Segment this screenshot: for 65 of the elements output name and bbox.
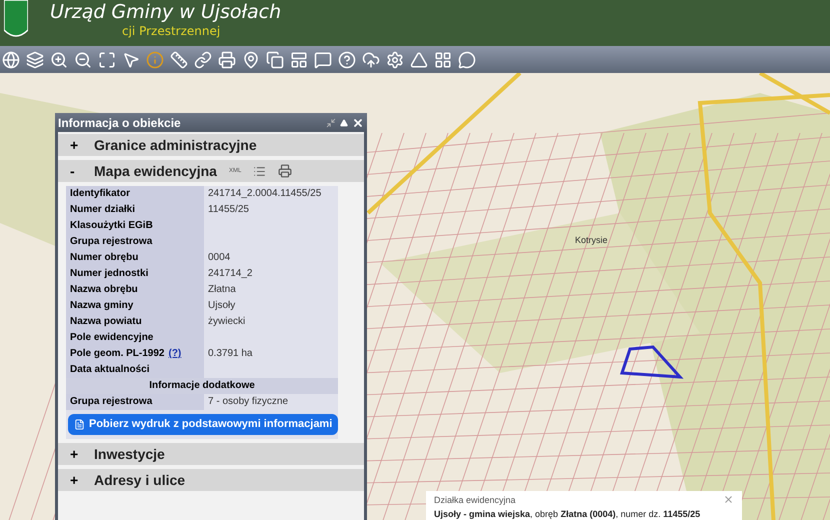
field-value: 0.3791 ha [207, 347, 252, 361]
ruler-icon[interactable] [170, 50, 188, 68]
layout-icon[interactable] [290, 50, 308, 68]
field-value: 241714_2.0004.11455/25 [207, 187, 322, 201]
section-title: Inwestycje [94, 444, 165, 464]
header-title: Urząd Gminy w Ujsołach [50, 1, 282, 23]
field-value: żywiecki [207, 315, 246, 329]
chat-icon[interactable] [458, 50, 476, 68]
field-value: 7 - osoby fizyczne [207, 395, 288, 409]
pointer-icon[interactable] [122, 50, 140, 68]
field-label: Numer działki [66, 202, 204, 218]
help-link[interactable]: (?) [168, 346, 182, 362]
expand-toggle[interactable]: - [70, 160, 82, 182]
section-title: Adresy i ulice [94, 470, 186, 490]
field-label: Identyfikator [66, 186, 204, 202]
settings-icon[interactable] [386, 50, 404, 68]
list-icon[interactable] [253, 164, 266, 178]
field-label: Nazwa powiatu [66, 314, 204, 330]
cloud-upload-icon[interactable] [362, 50, 380, 68]
field-value: 11455/25 [207, 203, 249, 217]
field-label: Klasoużytki EGiB [66, 218, 204, 234]
print-icon[interactable] [218, 50, 236, 68]
panel-title: Informacja o obiekcie [58, 114, 182, 132]
section-header[interactable]: + Adresy i ulice [58, 469, 364, 491]
field-label: Nazwa obrębu [66, 282, 204, 298]
copy-icon[interactable] [266, 50, 284, 68]
field-label: Grupa rejestrowa [66, 234, 204, 250]
expand-toggle[interactable]: + [70, 444, 82, 464]
help-icon[interactable] [338, 50, 356, 68]
field-value: 0004 [207, 251, 230, 265]
zoom-in-icon[interactable] [50, 50, 68, 68]
header-subtitle: cji Przestrzennej [121, 23, 222, 39]
field-label: Nazwa gminy [66, 298, 204, 314]
field-label: Pole geom. PL-1992 (?) [66, 346, 204, 362]
field-value: Ujsoły [207, 299, 236, 313]
popup-text: Ujsoły - gmina wiejska, obręb Złatna (0004), numer dz. 11455/25 [434, 508, 702, 520]
field-value: Złatna [207, 283, 236, 297]
field-label: Pole ewidencyjne [66, 330, 204, 346]
speech-bubble-icon[interactable] [314, 50, 332, 68]
field-value: 241714_2 [207, 267, 252, 281]
field-label: Data aktualności [66, 362, 204, 378]
print-icon[interactable] [278, 164, 292, 178]
globe-icon[interactable] [2, 50, 20, 68]
table-subheader: Informacje dodatkowe [66, 378, 338, 394]
popup-title: Działka ewidencyjna [434, 494, 516, 507]
field-label: Grupa rejestrowa [66, 394, 204, 410]
pin-icon[interactable] [242, 50, 260, 68]
close-icon[interactable] [723, 494, 734, 505]
close-icon[interactable] [352, 116, 364, 128]
field-label: Numer jednostki [66, 266, 204, 282]
zoom-out-icon[interactable] [74, 50, 92, 68]
download-printout-button[interactable]: Pobierz wydruk z podstawowymi informacjami [68, 414, 338, 435]
expand-toggle[interactable]: + [70, 470, 82, 490]
section-header[interactable]: + Granice administracyjne [58, 134, 364, 156]
layers-icon[interactable] [26, 50, 44, 68]
section-title: Mapa ewidencyjna [94, 162, 217, 181]
expand-toggle[interactable]: + [70, 134, 82, 156]
document-icon [74, 419, 85, 430]
triangle-icon[interactable] [410, 50, 428, 68]
collapse-icon[interactable] [340, 118, 348, 126]
field-label: Numer obrębu [66, 250, 204, 266]
section-title: Granice administracyjne [94, 136, 257, 155]
fullscreen-icon[interactable] [98, 50, 116, 68]
section-header[interactable]: + Inwestycje [58, 443, 364, 465]
place-label: Kotrysie [575, 234, 608, 247]
